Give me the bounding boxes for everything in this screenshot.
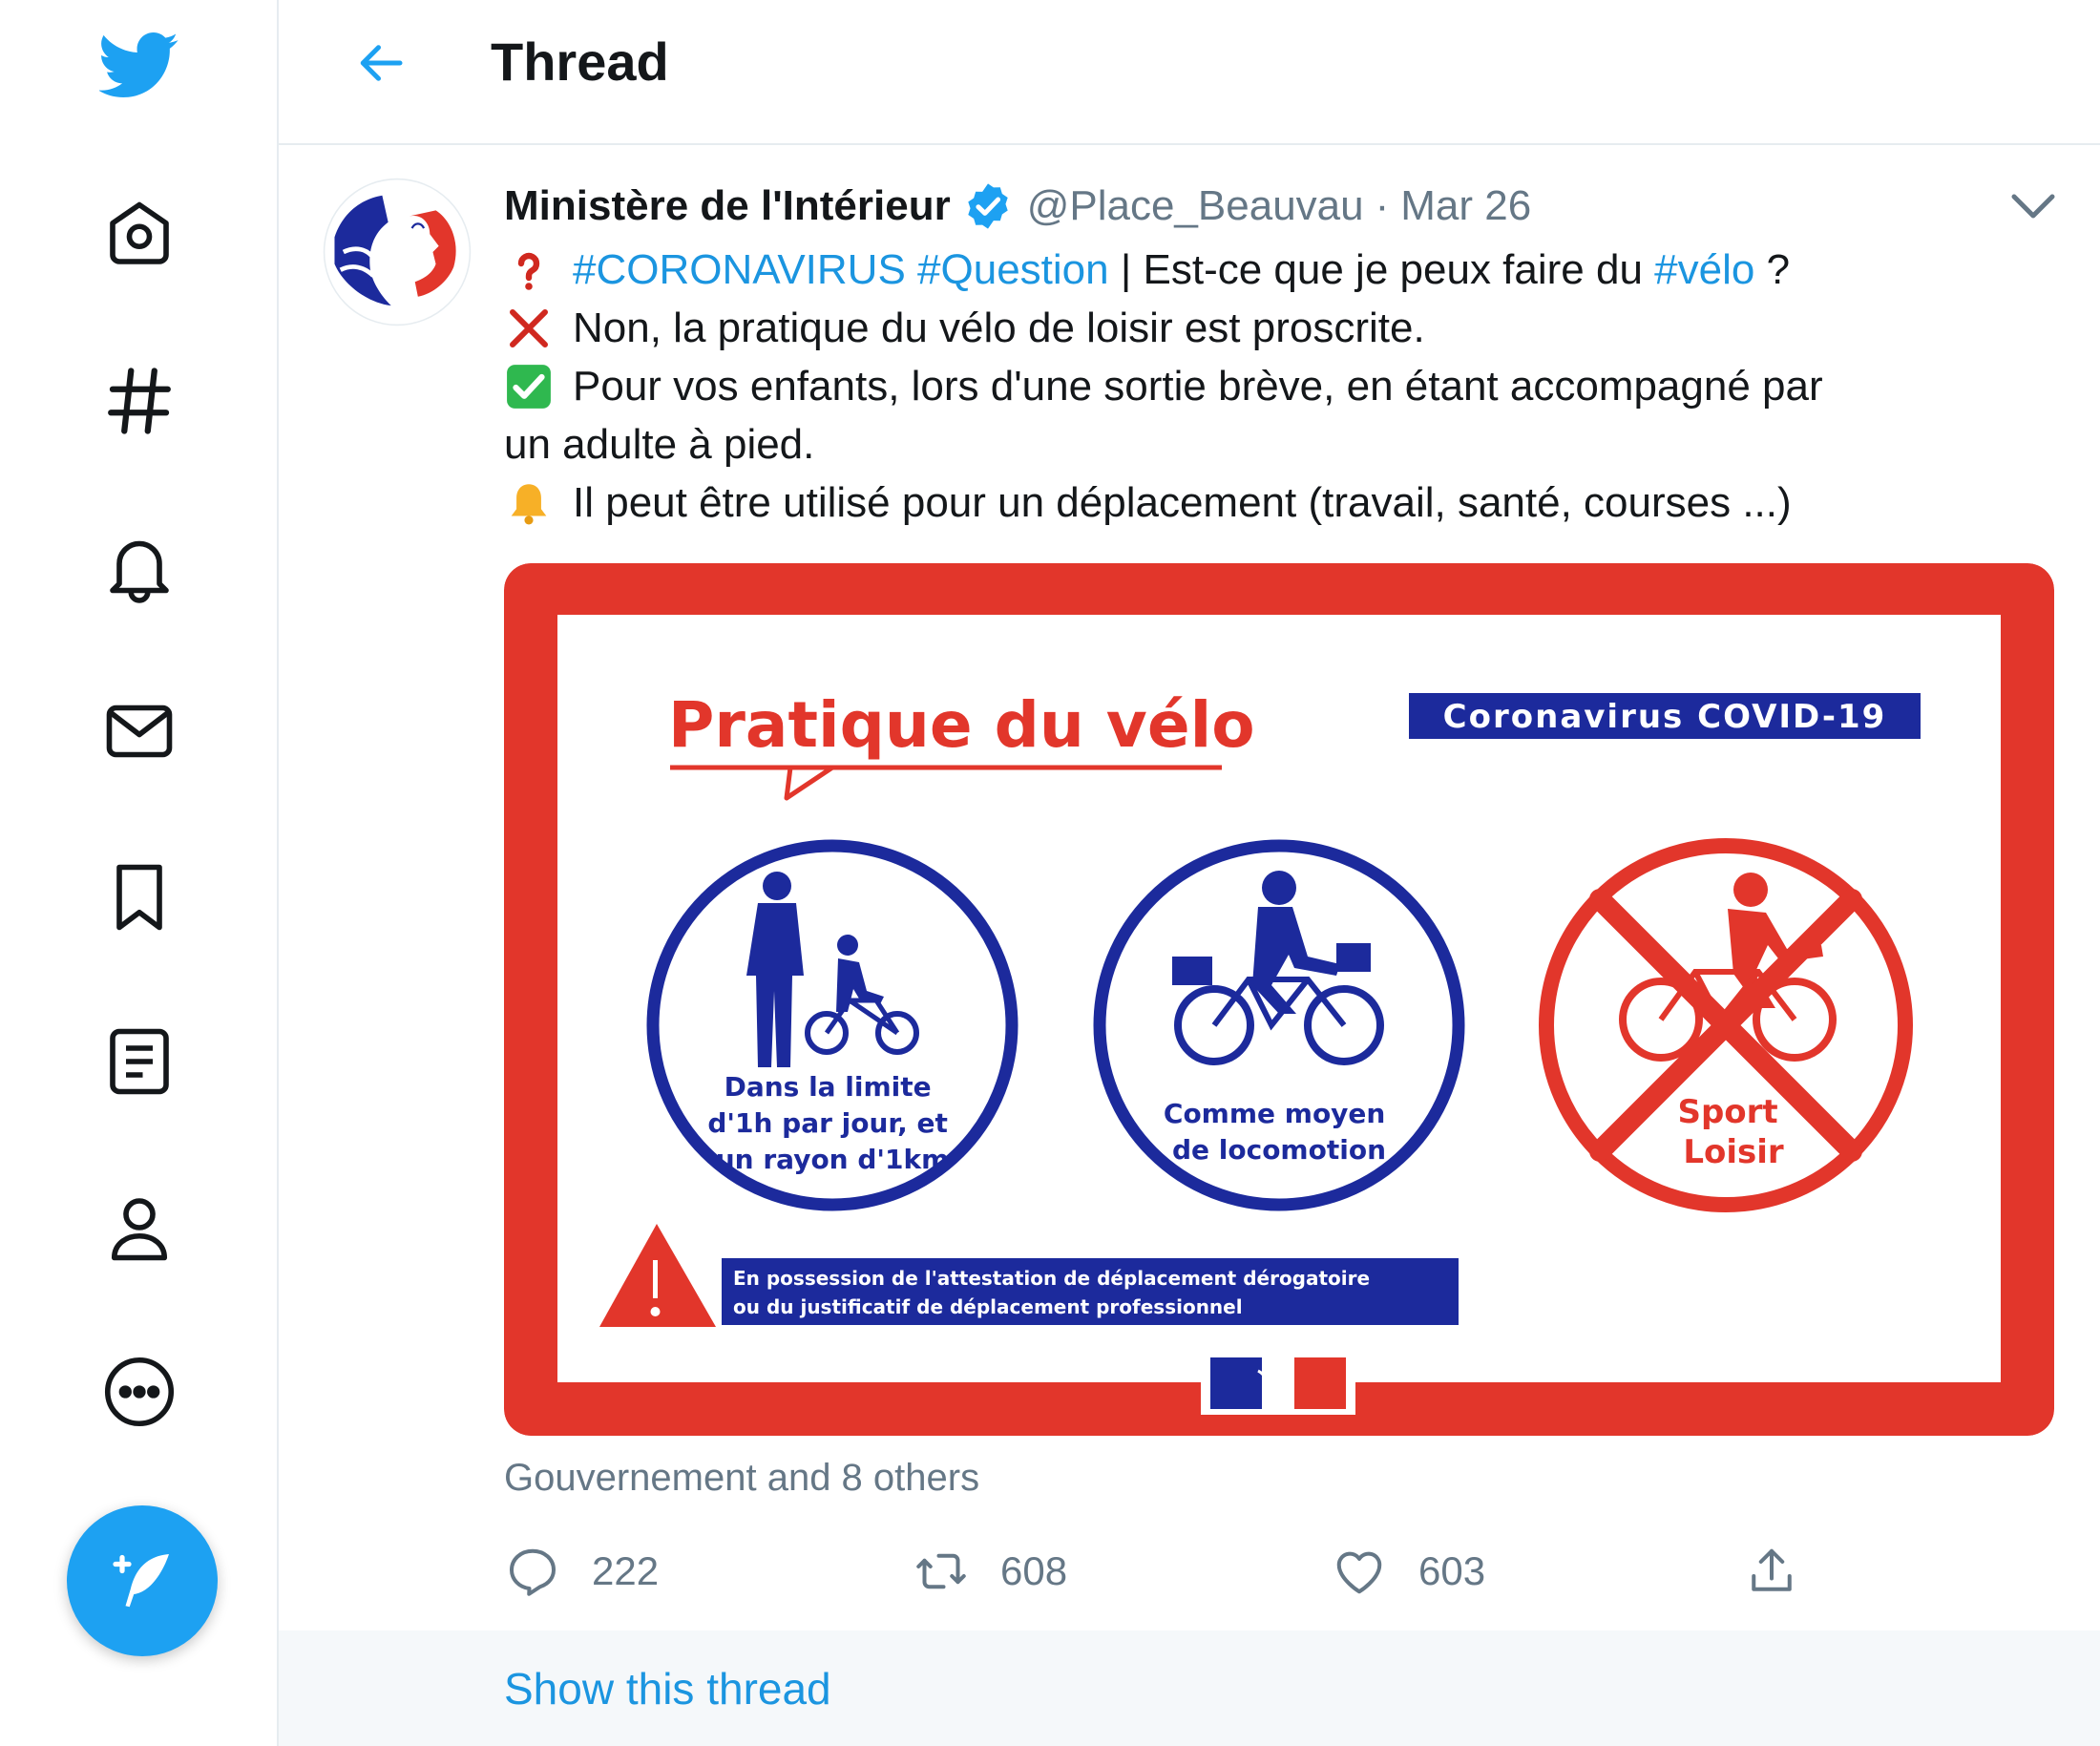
share-button[interactable]	[1743, 1537, 1800, 1606]
compose-tweet-button[interactable]	[67, 1505, 218, 1656]
poster-warning-text: ou du justificatif de déplacement profes…	[733, 1295, 1243, 1318]
tweet-text-segment: Pour vos enfants, lors d'une sortie brèv…	[573, 363, 1823, 410]
hashtag-icon[interactable]	[88, 349, 191, 452]
mail-icon[interactable]	[88, 680, 191, 783]
sidebar-divider	[277, 0, 279, 1746]
tweet-text-segment: un adulte à pied.	[504, 421, 815, 468]
author-avatar[interactable]	[323, 178, 472, 326]
tweet-line: Non, la pratique du vélo de loisir est p…	[504, 299, 2031, 357]
list-icon[interactable]	[88, 1010, 191, 1113]
cross-mark-icon	[504, 304, 554, 353]
poster-circle1-text: Dans la limite	[724, 1071, 932, 1103]
hashtag-link[interactable]: #CORONAVIRUS	[573, 241, 906, 299]
home-icon[interactable]	[88, 183, 191, 286]
poster-circle3-text: Loisir	[1683, 1133, 1784, 1171]
check-mark-icon	[504, 362, 554, 411]
social-context[interactable]: Gouvernement and 8 others	[504, 1457, 979, 1500]
tweet-text-segment: | Est-ce que je peux faire du	[1108, 246, 1655, 293]
hashtag-link[interactable]: #vélo	[1654, 241, 1754, 299]
heart-icon	[1336, 1551, 1382, 1594]
like-button[interactable]: 603	[1331, 1537, 1485, 1606]
reply-icon	[510, 1548, 556, 1596]
author-name[interactable]: Ministère de l'Intérieur	[504, 182, 951, 230]
header-separator: ·	[1375, 182, 1390, 229]
tweet-line: Pour vos enfants, lors d'une sortie brèv…	[504, 357, 2031, 415]
poster-circle2-text: Comme moyen	[1164, 1098, 1385, 1129]
back-arrow-icon	[360, 45, 403, 81]
bell-emoji-icon	[504, 478, 554, 528]
republique-francaise-emblem	[1201, 1352, 1355, 1415]
poster-circle2-text: de locomotion	[1172, 1134, 1386, 1166]
chevron-down-icon	[2011, 194, 2055, 219]
tweet-options-button[interactable]	[2005, 187, 2062, 225]
tweet-line: #CORONAVIRUS #Question | Est-ce que je p…	[504, 241, 2031, 299]
svg-text:Dans la limite d'1h par: Dans la limite d'1h par jour, et un rayo…	[707, 1071, 956, 1175]
like-count: 603	[1418, 1548, 1486, 1593]
poster-warning-text: En possession de l'attestation de déplac…	[733, 1267, 1370, 1290]
poster-circle1-text: d'1h par jour, et	[707, 1107, 948, 1139]
retweet-button[interactable]: 608	[913, 1537, 1067, 1606]
tweet-date[interactable]: Mar 26	[1400, 182, 1531, 230]
tweet-header: Ministère de l'Intérieur @Place_Beauvau …	[504, 178, 1531, 235]
poster-circle3-text: Sport	[1677, 1093, 1777, 1131]
sidebar-nav	[0, 0, 277, 1746]
tweet-text-segment: ?	[1754, 246, 1791, 293]
poster-title: Pratique du vélo	[668, 688, 1255, 762]
bookmark-icon[interactable]	[88, 846, 191, 949]
back-button[interactable]	[338, 27, 424, 99]
reply-button[interactable]: 222	[504, 1537, 659, 1606]
share-icon	[1752, 1548, 1792, 1591]
reply-count: 222	[592, 1548, 660, 1593]
compose-icon	[113, 1554, 169, 1608]
show-thread-link[interactable]: Show this thread	[504, 1663, 831, 1714]
tweet-text-segment: Non, la pratique du vélo de loisir est p…	[573, 305, 1425, 351]
retweet-count: 608	[1000, 1548, 1068, 1593]
tweet-line: un adulte à pied.	[504, 415, 2031, 473]
tweet-text: #CORONAVIRUS #Question | Est-ce que je p…	[504, 241, 2031, 532]
bell-icon[interactable]	[88, 515, 191, 619]
tweet-media-image[interactable]: Pratique du vélo Coronavirus COVID-19 Da…	[504, 563, 2054, 1436]
author-handle[interactable]: @Place_Beauvau	[1027, 182, 1364, 230]
hashtag-link[interactable]: #Question	[917, 241, 1109, 299]
verified-badge-icon	[968, 183, 1008, 229]
retweet-icon	[916, 1553, 966, 1589]
poster-circle1-text: un rayon d'1km	[716, 1144, 950, 1175]
tweet-text-segment: Il peut être utilisé pour un déplacement…	[573, 479, 1792, 526]
thread-header: Thread	[279, 0, 2100, 145]
more-icon[interactable]	[88, 1340, 191, 1443]
twitter-logo-icon[interactable]	[88, 13, 191, 116]
question-mark-icon	[504, 245, 554, 295]
page-title: Thread	[491, 32, 669, 92]
profile-icon[interactable]	[88, 1176, 191, 1279]
tweet-line: Il peut être utilisé pour un déplacement…	[504, 473, 2031, 532]
poster-badge: Coronavirus COVID-19	[1443, 698, 1887, 736]
